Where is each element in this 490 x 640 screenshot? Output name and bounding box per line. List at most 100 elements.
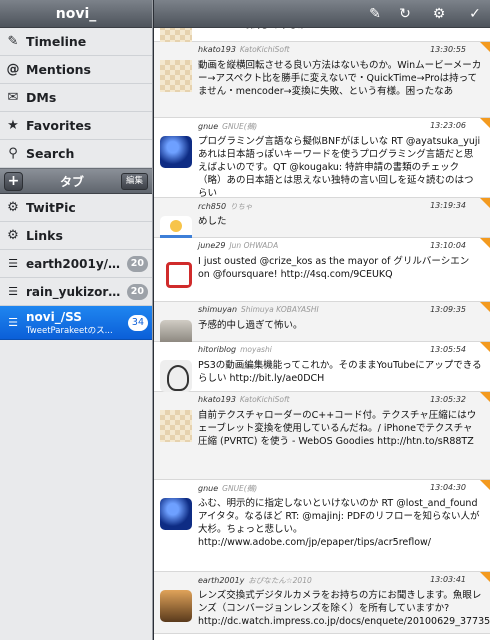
avatar[interactable] [160, 498, 192, 530]
tweet-header: gnue GNUE(鵺) 13:23:06 [198, 121, 466, 133]
settings-icon[interactable]: ⚙ [430, 5, 448, 23]
count-badge: 20 [126, 255, 148, 272]
sidebar-item-dms[interactable]: ✉ DMs [0, 84, 152, 112]
app-window: novi_ ✎ Timeline @ Mentions ✉ DMs ★ Favorites ⚲ S… [0, 0, 490, 640]
unread-marker [480, 118, 490, 128]
compose-icon[interactable]: ✎ [366, 5, 384, 23]
tweet-header: shimuyan Shimuya KOBAYASHI 13:09:35 [198, 305, 466, 317]
tab-header: + タブ 編集 [0, 168, 152, 194]
tweet-display-name: おぴなたん☆2010 [248, 576, 312, 585]
tweet-username[interactable]: shimuyan [198, 305, 237, 314]
tweet-timestamp: 13:10:04 [430, 241, 466, 250]
search-icon: ⚲ [8, 146, 18, 161]
sidebar-item-label: TwitPic [26, 200, 76, 215]
sidebar-item-list[interactable]: ☰ earth2001y/kos...20 [0, 250, 152, 278]
sidebar-item-twitpic[interactable]: ⚙ TwitPic [0, 194, 152, 222]
tweet-timestamp: 13:05:32 [430, 395, 466, 404]
count-badge: 20 [126, 283, 148, 300]
unread-marker [480, 302, 490, 312]
lists: ☰ earth2001y/kos...20 ☰ rain_yukizora/...20 [0, 250, 152, 306]
count-badge: 34 [127, 314, 148, 331]
sidebar-item-selected-list[interactable]: ☰ novi_/SS TweetParakeetのス... 34 [0, 306, 152, 340]
sidebar-item-label: rain_yukizora/... [26, 284, 124, 299]
unread-marker [480, 480, 490, 490]
tweet-username[interactable]: earth2001y [198, 576, 244, 585]
tweet-display-name: KatoKichiSoft [239, 45, 290, 54]
tweet-username[interactable]: hkato193 [198, 395, 236, 404]
gear-icon: ⚙ [7, 228, 19, 243]
unread-marker [480, 42, 490, 52]
sidebar-item-timeline[interactable]: ✎ Timeline [0, 28, 152, 56]
sidebar-item-links[interactable]: ⚙ Links [0, 222, 152, 250]
unread-marker [480, 198, 490, 208]
plugin-list: ⚙ TwitPic ⚙ Links [0, 194, 152, 250]
tweet-username[interactable]: rch850 [198, 202, 226, 211]
nav-list: ✎ Timeline @ Mentions ✉ DMs ★ Favorites ⚲ Search [0, 28, 152, 168]
tweet-text: 動画を縦横回転させる良い方法はないものか。Winムービーメーカー→アスペクト比を… [198, 60, 482, 97]
avatar[interactable] [160, 256, 192, 288]
tweet-username[interactable]: gnue [198, 484, 218, 493]
sidebar-item-search[interactable]: ⚲ Search [0, 140, 152, 168]
tweet-display-name: りちゃ [230, 202, 253, 211]
tweet-row[interactable]: hkato193 KatoKichiSoft 13:30:55 動画を縦横回転させる良… [154, 42, 490, 118]
tweet-text: レンズ交換式デジタルカメラをお持ちの方にお聞きします。魚眼レンズ（コンバージョン… [198, 590, 490, 627]
tweet-timestamp: 13:23:06 [430, 121, 466, 130]
avatar[interactable] [160, 60, 192, 92]
sidebar-item-list[interactable]: ☰ rain_yukizora/... 20 [0, 278, 152, 306]
sidebar-item-label: Links [26, 228, 63, 243]
tweet-row[interactable]: rch850 りちゃ 13:19:34 めした [154, 198, 490, 248]
selected-list-title: novi_/SS [26, 309, 82, 324]
tweet-row[interactable]: earth2001y おぴなたん☆2010 13:03:41 レンズ交換式デジタルカメ… [154, 572, 490, 634]
tweet-text: ふむ、明示的に指定しないといけないのか RT @lost_and_found ア… [198, 498, 480, 548]
tweet-row[interactable]: shimuyan Shimuya KOBAYASHI 13:09:35 予感的中し過ぎ… [154, 302, 490, 352]
avatar[interactable] [160, 360, 192, 392]
sidebar-item-label: Timeline [26, 34, 87, 49]
list-icon: ☰ [8, 285, 18, 298]
tweet-display-name: KatoKichiSoft [239, 395, 290, 404]
list-icon: ☰ [8, 316, 18, 329]
pen-icon: ✎ [7, 34, 19, 49]
tweet-header: hkato193 KatoKichiSoft 13:30:55 [198, 45, 466, 57]
unread-marker [480, 572, 490, 582]
sidebar: novi_ ✎ Timeline @ Mentions ✉ DMs ★ Favorites ⚲ S… [0, 0, 153, 640]
at-icon: @ [6, 62, 20, 77]
tweet-username[interactable]: june29 [198, 241, 225, 250]
tweet-list: iMovie09で試してみるか・・・hkato193KatoKichiSoft1… [154, 10, 490, 634]
avatar[interactable] [160, 136, 192, 168]
tweet-timestamp: 13:04:30 [430, 483, 466, 492]
refresh-icon[interactable]: ↻ [396, 5, 414, 23]
edit-tabs-button[interactable]: 編集 [120, 172, 148, 190]
check-icon[interactable]: ✓ [466, 5, 484, 23]
tweet-text: 予感的中し過ぎて怖い。 [198, 320, 303, 331]
tweet-header: earth2001y おぴなたん☆2010 13:03:41 [198, 575, 466, 587]
tweet-timestamp: 13:03:41 [430, 575, 466, 584]
sidebar-item-favorites[interactable]: ★ Favorites [0, 112, 152, 140]
tweet-username[interactable]: hitoriblog [198, 345, 236, 354]
tweet-display-name: Shimuya KOBAYASHI [241, 305, 319, 314]
avatar[interactable] [160, 410, 192, 442]
tab-header-label: タブ [59, 174, 84, 189]
sidebar-item-mentions[interactable]: @ Mentions [0, 56, 152, 84]
tweet-header: hitoriblog moyashi 13:05:54 [198, 345, 466, 357]
tweet-row[interactable]: june29 Jun OHWADA 13:10:04 I just ousted @c… [154, 238, 490, 302]
tweet-username[interactable]: hkato193 [198, 45, 236, 54]
tweet-text: プログラミング言語なら擬似BNFがほしいな RT @ayatsuka_yuji … [198, 136, 481, 199]
star-icon: ★ [7, 118, 19, 133]
tweet-header: hkato193 KatoKichiSoft 13:05:32 [198, 395, 466, 407]
avatar[interactable] [160, 590, 192, 622]
unread-marker [480, 342, 490, 352]
unread-marker [480, 238, 490, 248]
tweet-row[interactable]: hitoriblog moyashi 13:05:54 PS3の動画編集機能ってこれか… [154, 342, 490, 392]
tweet-header: june29 Jun OHWADA 13:10:04 [198, 241, 466, 253]
tweet-text: 自前テクスチャローダーのC++コード付。テクスチャ圧縮にはウェーブレット変換を使… [198, 410, 477, 447]
timeline-panel: ✎ ↻ ⚙ ✓ iMovie09で試してみるか・・・hkato193KatoKichi… [154, 0, 490, 640]
envelope-icon: ✉ [7, 90, 19, 105]
tweet-username[interactable]: gnue [198, 122, 218, 131]
unread-marker [480, 392, 490, 402]
tweet-row[interactable]: hkato193 KatoKichiSoft 13:05:32 自前テクスチャローダー… [154, 392, 490, 480]
tweet-display-name: Jun OHWADA [229, 241, 279, 250]
tweet-row[interactable]: gnue GNUE(鵺) 13:23:06 プログラミング言語なら擬似BNFがほしいな… [154, 118, 490, 199]
add-tab-button[interactable]: + [4, 171, 23, 191]
tweet-row[interactable]: gnue GNUE(鵺) 13:04:30 ふむ、明示的に指定しないといけないのか R… [154, 480, 490, 572]
selected-list-subtitle: TweetParakeetのス... [26, 325, 113, 336]
